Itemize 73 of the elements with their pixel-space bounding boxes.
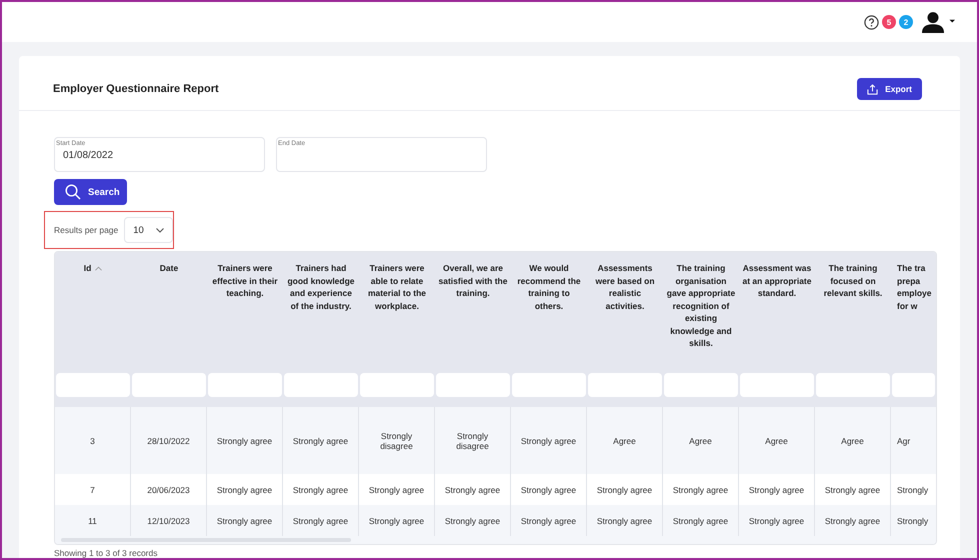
table-cell: Strongly agree — [672, 516, 728, 526]
table-cell: Strongly agree — [520, 436, 576, 446]
table-cell: Strongly agree — [520, 484, 576, 494]
chevron-down-icon — [156, 228, 164, 232]
column-header[interactable]: Date — [160, 262, 178, 274]
column-header[interactable]: The training organisation gave appropriate recognition of existing knowledge and skills. — [666, 262, 736, 350]
search-icon — [65, 184, 81, 200]
column-filter-field[interactable] — [284, 373, 358, 397]
column-header[interactable]: Trainers were able to relate material to the workplace. — [362, 262, 432, 312]
column-header[interactable]: Overall, we are satisfied with the training. — [438, 262, 508, 300]
user-avatar-icon[interactable] — [922, 11, 955, 33]
results-per-page-label: Results per page — [54, 225, 118, 235]
column-filter-field[interactable] — [588, 373, 662, 397]
export-button[interactable]: Export — [857, 78, 922, 100]
records-summary: Showing 1 to 3 of 3 records — [54, 548, 158, 558]
table-cell: Strongly agree — [292, 484, 348, 494]
table-cell: Strongly agree — [444, 516, 500, 526]
column-filter-field[interactable] — [436, 373, 510, 397]
table-cell: Strongly agree — [216, 484, 272, 494]
help-icon[interactable] — [864, 14, 879, 30]
table-cell: Strongly agree — [824, 516, 880, 526]
column-header[interactable]: Trainers were effective in their teaching. — [210, 262, 280, 300]
column-filter-field[interactable] — [740, 373, 814, 397]
table-cell: 12/10/2023 — [147, 516, 190, 526]
table-cell: Strongly agree — [672, 484, 728, 494]
column-header[interactable]: The tra prepa employe for w — [897, 262, 935, 312]
column-filter-field[interactable] — [132, 373, 206, 397]
table-cell: Strongly agree — [292, 516, 348, 526]
table-cell-text: Strongly disagree — [455, 430, 490, 450]
column-filter-field[interactable] — [208, 373, 282, 397]
column-header[interactable]: We would recommend the training to others. — [514, 262, 584, 312]
report-title: Employer Questionnaire Report — [53, 83, 219, 95]
column-header[interactable]: Assessments were based on realistic activities. — [590, 262, 660, 312]
table-cell: 20/06/2023 — [147, 484, 190, 494]
table-cell: Agree — [689, 436, 712, 446]
table-cell: 11 — [88, 516, 97, 526]
table-cell: Strongly agree — [596, 484, 652, 494]
table-cell: Strongly agree — [824, 484, 880, 494]
table-cell: Agr — [897, 436, 910, 446]
column-filter-field[interactable] — [512, 373, 586, 397]
horizontal-scrollbar[interactable] — [55, 536, 936, 544]
column-filter-field[interactable] — [816, 373, 890, 397]
table-cell: 7 — [90, 484, 95, 494]
table-cell: 28/10/2022 — [147, 436, 190, 446]
column-filter-field[interactable] — [664, 373, 738, 397]
search-button[interactable]: Search — [54, 179, 127, 205]
column-filter-field[interactable] — [56, 373, 130, 397]
column-header[interactable]: Trainers had good knowledge and experience of the industry. — [286, 262, 356, 312]
table-cell: Strongly agree — [520, 516, 576, 526]
table-cell-text: Strongly disagree — [379, 430, 414, 450]
table-cell: Strongly agree — [368, 484, 424, 494]
column-filter-field[interactable] — [892, 373, 935, 397]
table-cell: Agree — [841, 436, 864, 446]
table-cell: 3 — [90, 436, 95, 446]
table-cell: Agree — [613, 436, 636, 446]
column-header[interactable]: Assessment was at an appropriate standard. — [742, 262, 812, 300]
table-cell: Strongly — [897, 484, 928, 494]
table-cell: Strongly agree — [444, 484, 500, 494]
table-cell: Strongly agree — [748, 484, 804, 494]
column-header[interactable]: The training focused on relevant skills. — [818, 262, 888, 300]
table-cell: Strongly agree — [596, 516, 652, 526]
table-cell: Strongly agree — [368, 516, 424, 526]
table-cell: Strongly agree — [748, 516, 804, 526]
table-cell: Strongly agree — [292, 436, 348, 446]
table-cell: Strongly agree — [216, 436, 272, 446]
table-cell: Agree — [765, 436, 788, 446]
notification-badge[interactable]: 5 — [882, 15, 896, 29]
table-cell: Strongly — [897, 516, 928, 526]
table-cell: Strongly agree — [216, 516, 272, 526]
upload-icon — [867, 84, 878, 94]
column-filter-field[interactable] — [360, 373, 434, 397]
column-header[interactable]: Id — [84, 262, 102, 274]
page-size-select[interactable]: 10 — [124, 217, 173, 243]
